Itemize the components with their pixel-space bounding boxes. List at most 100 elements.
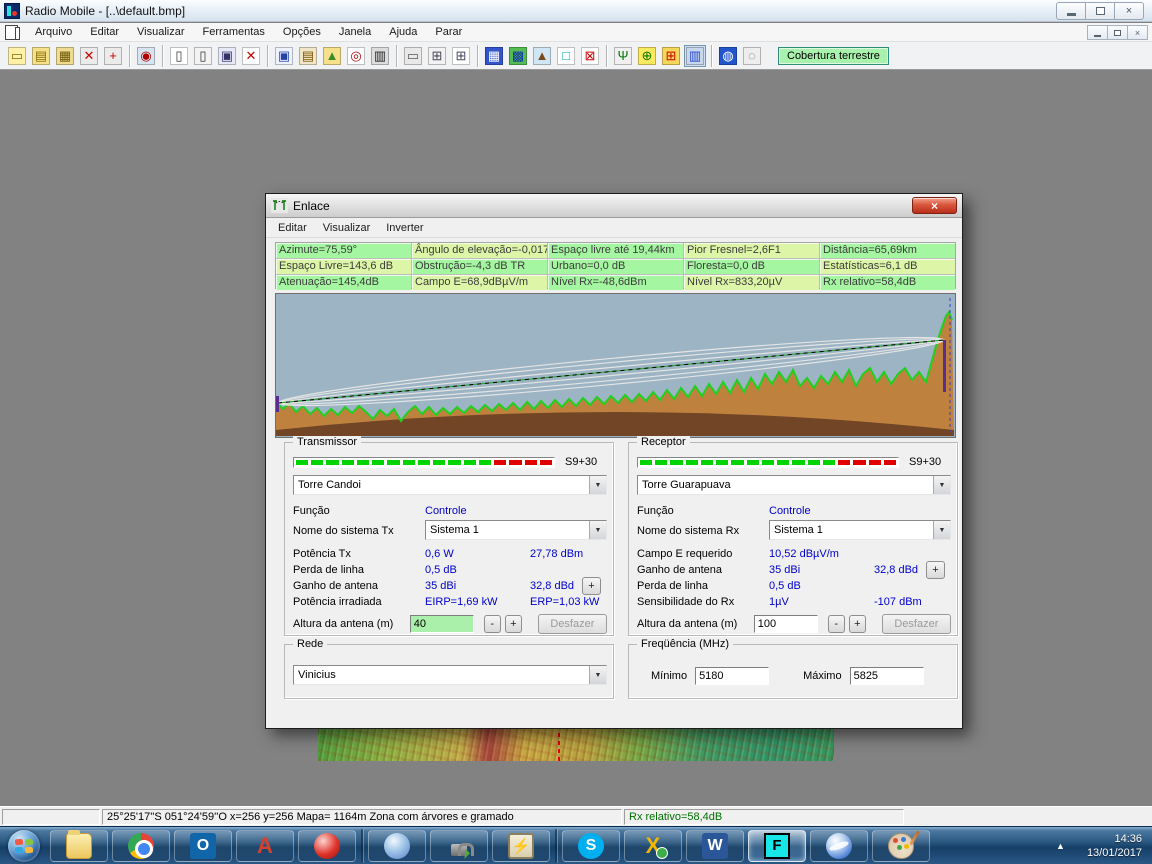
- stop-search-icon: ◉: [137, 47, 155, 65]
- tx-system-dropdown-icon[interactable]: ▼: [589, 521, 606, 539]
- add-object-icon[interactable]: ⊕: [636, 45, 658, 67]
- edit-networks-icon[interactable]: ⊞: [660, 45, 682, 67]
- tx-undo-button[interactable]: Desfazer: [538, 614, 607, 634]
- minimize-button[interactable]: [1056, 2, 1086, 20]
- flip-picture-icon[interactable]: ▯: [192, 45, 214, 67]
- target-icon[interactable]: ◎: [345, 45, 367, 67]
- tx-height-input[interactable]: [410, 615, 474, 633]
- enlace-close-button[interactable]: ×: [912, 197, 957, 214]
- anydesk-taskbar-icon-button[interactable]: A: [236, 830, 294, 862]
- open-networks-icon[interactable]: ▤: [30, 45, 52, 67]
- paste-icon[interactable]: ▤: [297, 45, 319, 67]
- ruler-icon[interactable]: ▭: [402, 45, 424, 67]
- enlace-menu-visualizar[interactable]: Visualizar: [315, 220, 379, 236]
- menu-janela[interactable]: Janela: [330, 24, 380, 40]
- mdi-minimize-button[interactable]: [1087, 25, 1108, 40]
- frequency-max-input[interactable]: [850, 667, 924, 685]
- radio-mobile-taskbar-icon-button[interactable]: F: [748, 830, 806, 862]
- rx-undo-button[interactable]: Desfazer: [882, 614, 951, 634]
- link-view-icon[interactable]: Ψ: [612, 45, 634, 67]
- google-earth-taskbar-icon-button[interactable]: [810, 830, 868, 862]
- mdi-document-icon[interactable]: [5, 25, 18, 40]
- rx-system-combo[interactable]: Sistema 1 ▼: [769, 520, 951, 540]
- rx-unit-dropdown-icon[interactable]: ▼: [933, 476, 950, 494]
- rx-height-minus-button[interactable]: -: [828, 615, 845, 633]
- save-all-icon[interactable]: ▦: [54, 45, 76, 67]
- menu-arquivo[interactable]: Arquivo: [26, 24, 81, 40]
- tx-unit-combo[interactable]: Torre Candoi ▼: [293, 475, 607, 495]
- explorer-taskbar-icon-button[interactable]: [50, 830, 108, 862]
- rx-unit-combo[interactable]: Torre Guarapuava ▼: [637, 475, 951, 495]
- mdi-restore-button[interactable]: [1107, 25, 1128, 40]
- elevation-grid-icon[interactable]: ▦: [483, 45, 505, 67]
- resize-picture-icon[interactable]: ⊞: [450, 45, 472, 67]
- word-taskbar-icon-button[interactable]: W: [686, 830, 744, 862]
- meter-segment: [387, 460, 399, 465]
- network-dropdown-icon[interactable]: ▼: [589, 666, 606, 684]
- info-cell: Obstrução=-4,3 dB TR: [412, 259, 547, 274]
- rx-height-input[interactable]: [754, 615, 818, 633]
- tx-funcao-value[interactable]: Controle: [425, 505, 530, 517]
- frequency-min-input[interactable]: [695, 667, 769, 685]
- taskbar-clock[interactable]: 14:36 13/01/2017: [1087, 832, 1142, 860]
- enlace-titlebar[interactable]: Enlace ×: [266, 194, 962, 218]
- xshell-taskbar-icon-button[interactable]: X: [624, 830, 682, 862]
- restore-button[interactable]: [1085, 2, 1115, 20]
- export-picture-icon[interactable]: ▲: [321, 45, 343, 67]
- tx-unit-dropdown-icon[interactable]: ▼: [589, 476, 606, 494]
- enlace-menu-inverter[interactable]: Inverter: [378, 220, 431, 236]
- merge-pictures-icon[interactable]: ⊞: [426, 45, 448, 67]
- tx-height-minus-button[interactable]: -: [484, 615, 501, 633]
- add-unit-icon[interactable]: +: [102, 45, 124, 67]
- outlook-taskbar-icon-button[interactable]: O: [174, 830, 232, 862]
- skype-taskbar-icon-button[interactable]: S: [562, 830, 620, 862]
- tx-system-combo[interactable]: Sistema 1 ▼: [425, 520, 607, 540]
- close-button[interactable]: ×: [1114, 2, 1144, 20]
- network-combo[interactable]: Vinicius ▼: [293, 665, 607, 685]
- web-update-icon: ◍: [719, 47, 737, 65]
- copy-icon[interactable]: ▣: [273, 45, 295, 67]
- winbox-taskbar-icon-button[interactable]: [368, 830, 426, 862]
- menu-ferramentas[interactable]: Ferramentas: [194, 24, 274, 40]
- delete-net-icon[interactable]: ⊠: [579, 45, 601, 67]
- menu-parar[interactable]: Parar: [426, 24, 471, 40]
- terrain-profile-chart[interactable]: [275, 293, 956, 438]
- enlace-menu-editar[interactable]: Editar: [270, 220, 315, 236]
- delete-network-icon[interactable]: ✕: [78, 45, 100, 67]
- start-button[interactable]: [0, 828, 48, 864]
- white-net-icon[interactable]: □: [555, 45, 577, 67]
- save-picture-icon[interactable]: ▣: [216, 45, 238, 67]
- info-cell: Floresta=0,0 dB: [684, 259, 819, 274]
- elevation-map-strip[interactable]: [318, 725, 834, 761]
- terrain-view-icon[interactable]: ▲: [531, 45, 553, 67]
- paint-taskbar-icon-button[interactable]: [872, 830, 930, 862]
- rx-antenna-plus-button[interactable]: +: [926, 561, 945, 579]
- menu-visualizar[interactable]: Visualizar: [128, 24, 194, 40]
- tray-expand-icon[interactable]: ▲: [1056, 841, 1065, 851]
- tx-signal-meter: [293, 457, 555, 468]
- remote-desktop-taskbar-icon-button[interactable]: ⚡: [492, 830, 550, 862]
- menu-opcoes[interactable]: Opções: [274, 24, 330, 40]
- mdi-close-button[interactable]: ×: [1127, 25, 1148, 40]
- grayscale-icon[interactable]: ▥: [369, 45, 391, 67]
- menu-editar[interactable]: Editar: [81, 24, 128, 40]
- rx-funcao-value[interactable]: Controle: [769, 505, 874, 517]
- tx-antenna-plus-button[interactable]: +: [582, 577, 601, 595]
- menu-ajuda[interactable]: Ajuda: [380, 24, 426, 40]
- rx-height-plus-button[interactable]: +: [849, 615, 866, 633]
- stop-search-icon[interactable]: ◉: [135, 45, 157, 67]
- rx-system-dropdown-icon[interactable]: ▼: [933, 521, 950, 539]
- close-picture-icon[interactable]: ✕: [240, 45, 262, 67]
- network-group: Rede Vinicius ▼: [284, 644, 614, 699]
- ccleaner-taskbar-icon-button[interactable]: [298, 830, 356, 862]
- spectrum-icon[interactable]: ▥: [684, 45, 706, 67]
- tx-height-plus-button[interactable]: +: [505, 615, 522, 633]
- new-networks-icon[interactable]: ▭: [6, 45, 28, 67]
- tx-funcao-label: Função: [293, 505, 425, 517]
- mesh-sphere-icon[interactable]: ◌: [741, 45, 763, 67]
- world-map-icon[interactable]: ▩: [507, 45, 529, 67]
- vpn-lock-taskbar-icon-button[interactable]: [430, 830, 488, 862]
- new-picture-icon[interactable]: ▯: [168, 45, 190, 67]
- web-update-icon[interactable]: ◍: [717, 45, 739, 67]
- chrome-taskbar-icon-button[interactable]: [112, 830, 170, 862]
